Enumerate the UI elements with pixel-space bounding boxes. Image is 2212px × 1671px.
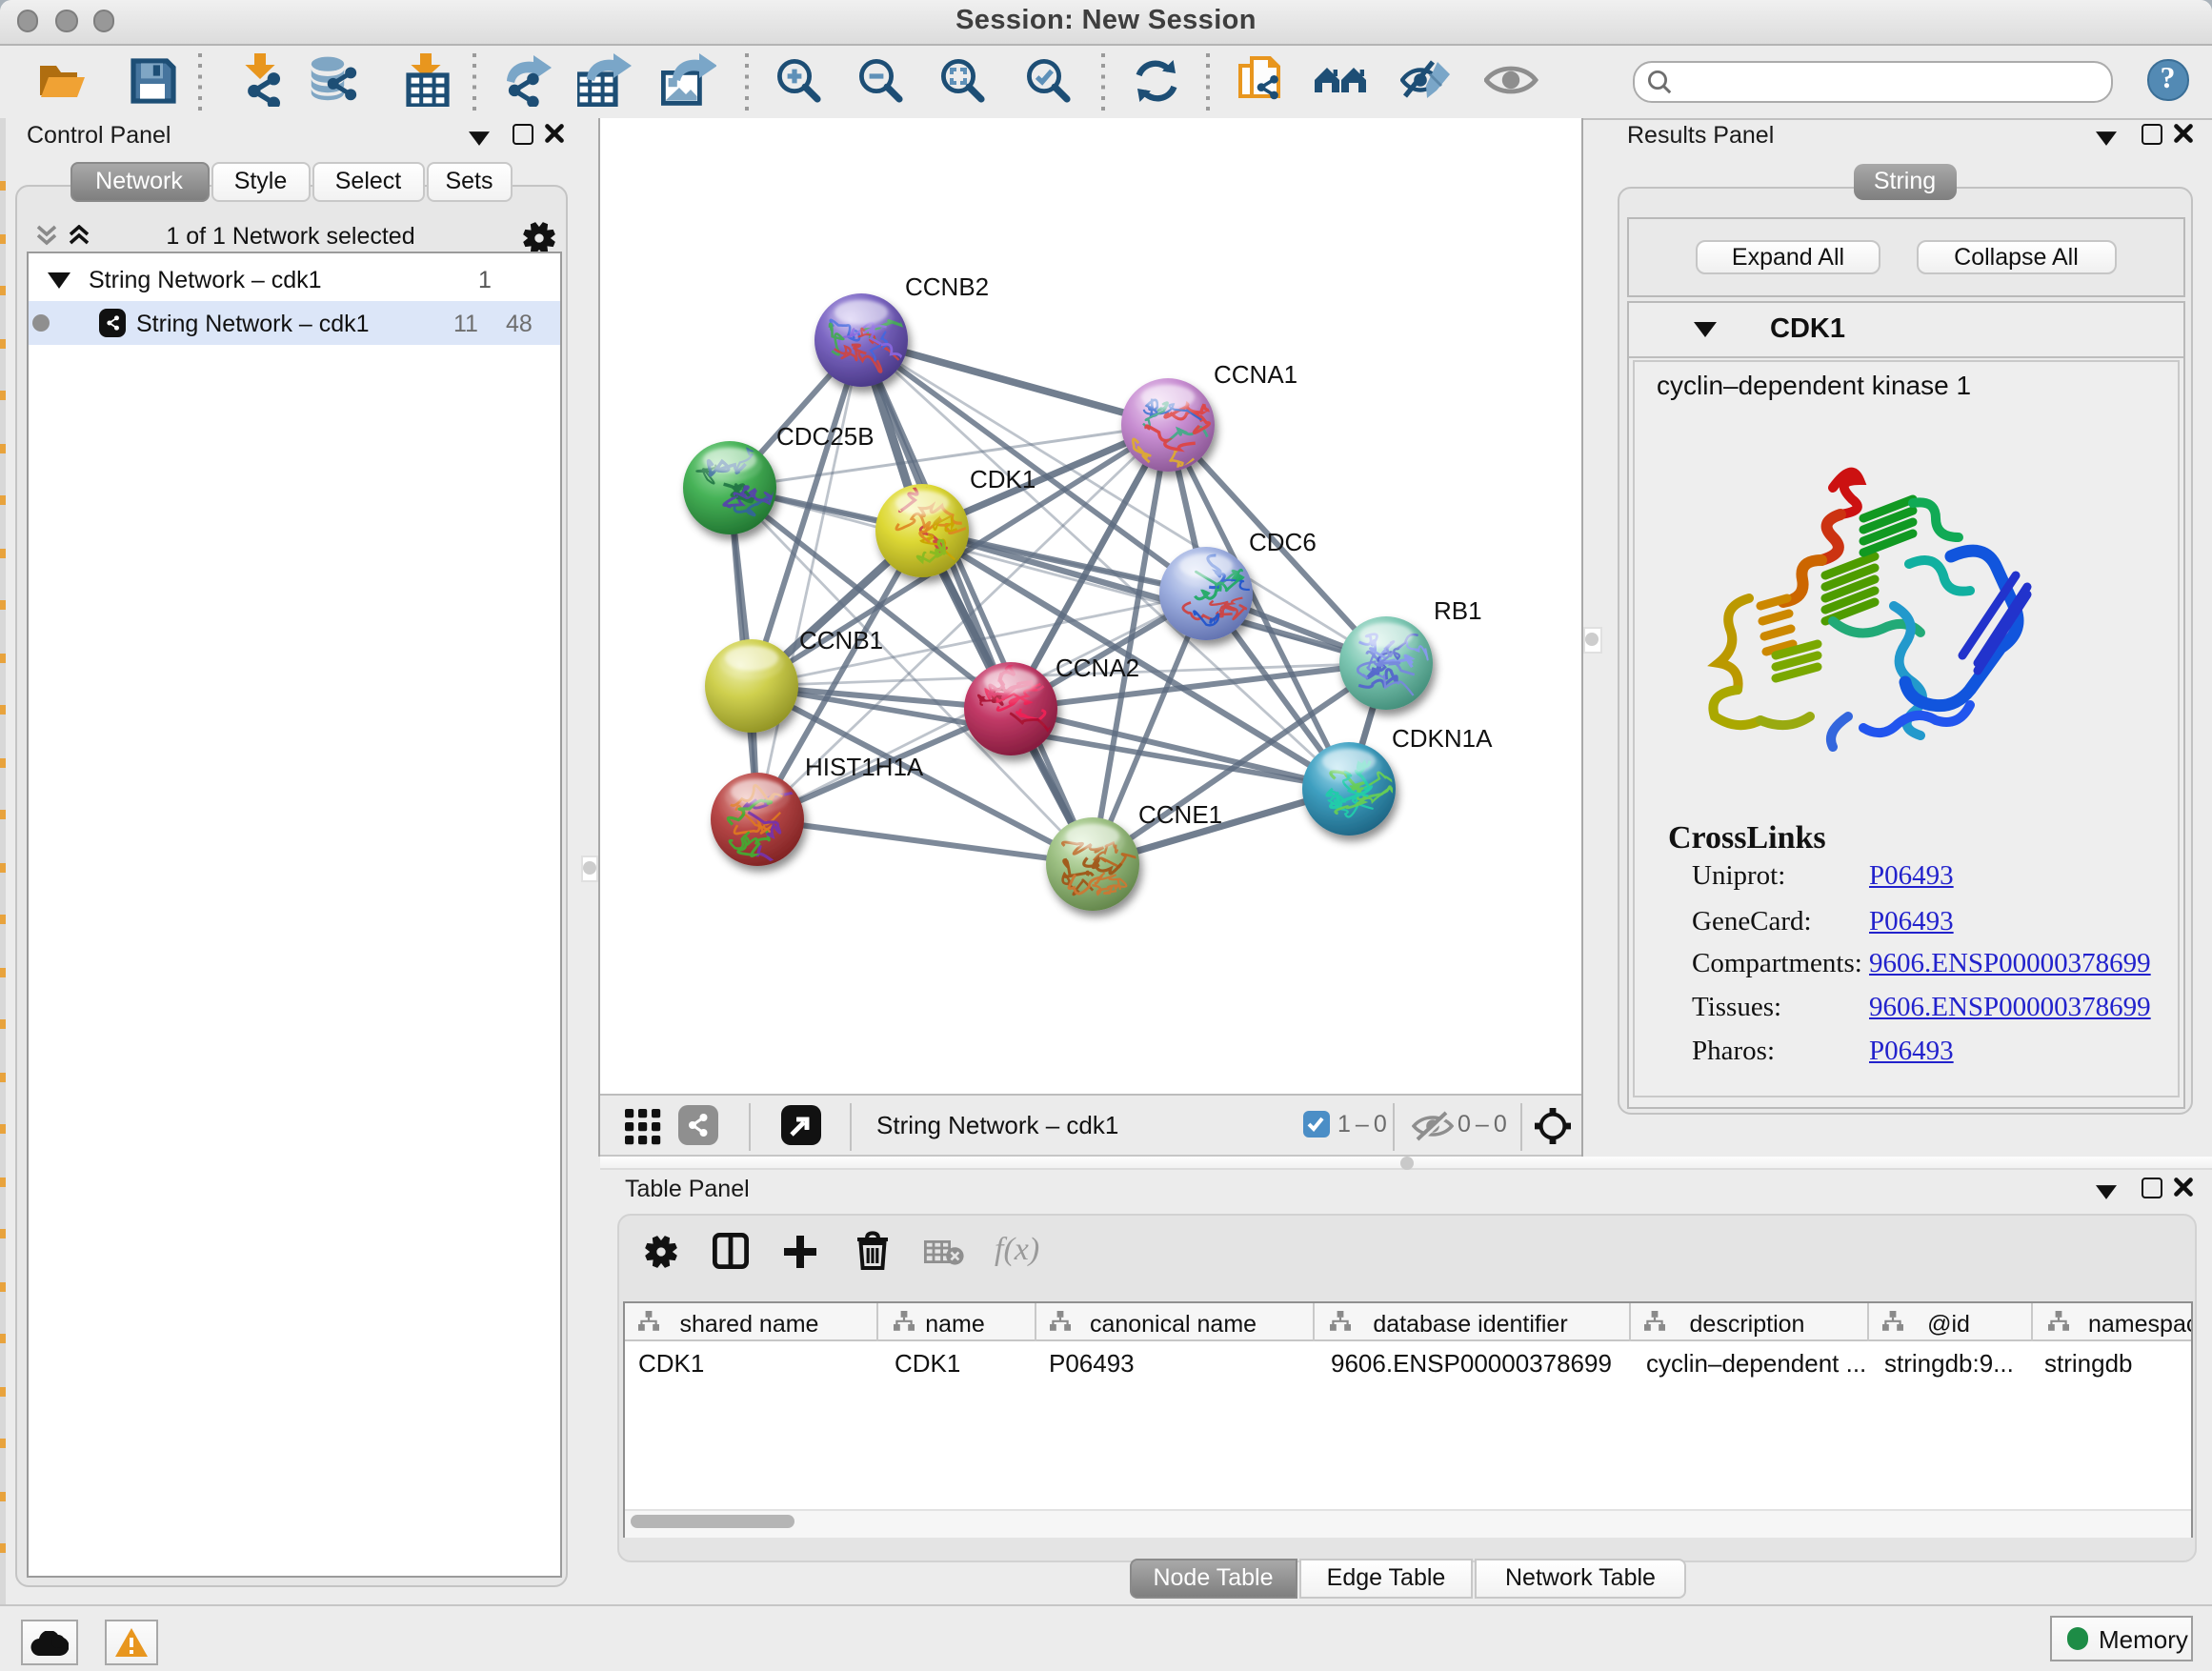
svg-text:CDC25B: CDC25B [775, 422, 874, 451]
svg-text:CCNB1: CCNB1 [798, 626, 882, 654]
svg-text:CCNE1: CCNE1 [1137, 800, 1221, 829]
svg-text:CCNB2: CCNB2 [904, 272, 988, 301]
svg-text:CCNA2: CCNA2 [1055, 654, 1138, 682]
svg-text:RB1: RB1 [1433, 596, 1481, 625]
svg-text:HIST1H1A: HIST1H1A [804, 753, 923, 781]
svg-text:CDK1: CDK1 [969, 465, 1035, 493]
svg-text:CCNA1: CCNA1 [1213, 360, 1297, 389]
svg-text:CDC6: CDC6 [1248, 528, 1316, 556]
svg-text:CDKN1A: CDKN1A [1391, 724, 1492, 753]
